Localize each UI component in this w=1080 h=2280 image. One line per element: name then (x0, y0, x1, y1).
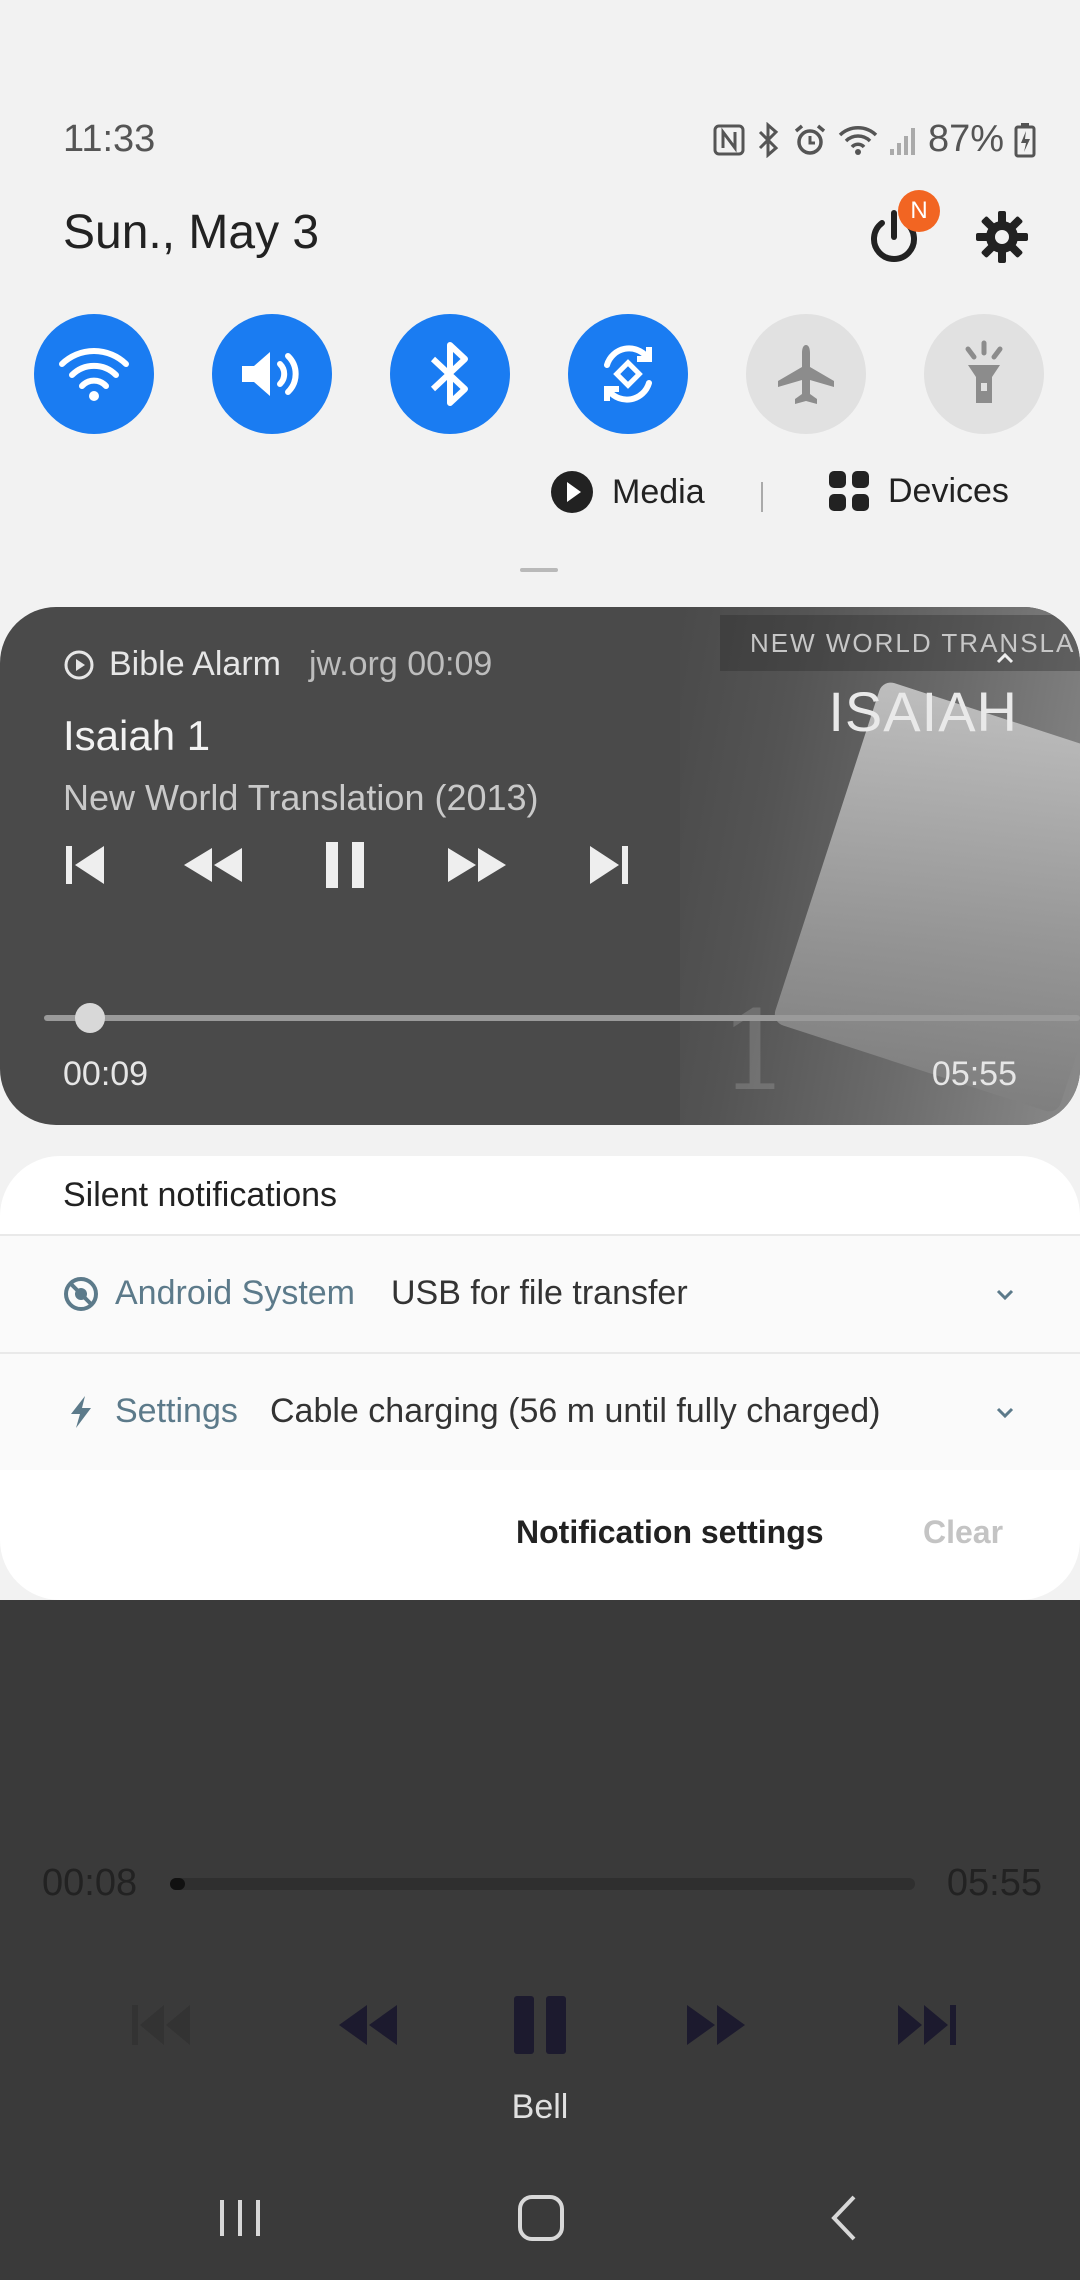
background-seek-fill (170, 1878, 185, 1890)
skip-previous-icon (66, 846, 104, 884)
play-circle-icon (551, 471, 593, 513)
settings-gear-button[interactable] (970, 205, 1034, 269)
rotate-icon (604, 345, 652, 403)
toggle-sound[interactable] (212, 314, 332, 434)
skip-next-button[interactable] (574, 835, 644, 895)
battery-text: 87% (927, 118, 1004, 160)
media-app-name: Bible Alarm (109, 645, 281, 683)
android-system-icon (64, 1277, 98, 1311)
notification-settings-button[interactable]: Notification settings (516, 1514, 824, 1551)
background-rewind-icon (328, 1990, 408, 2060)
seek-thumb[interactable] (74, 1003, 105, 1033)
background-skip-previous-icon (120, 1990, 200, 2060)
notification-message: USB for file transfer (391, 1274, 688, 1312)
chevron-down-icon[interactable] (990, 1398, 1020, 1428)
media-button[interactable]: Media (550, 470, 705, 514)
media-label: Media (612, 472, 705, 511)
elapsed-time: 00:09 (63, 1055, 149, 1093)
panel-drag-handle[interactable] (520, 568, 558, 572)
status-icons: 87% (712, 118, 1036, 161)
media-source: jw.org 00:09 (308, 645, 493, 683)
media-title: Isaiah 1 (63, 712, 211, 759)
notification-settings-charging[interactable]: Settings Cable charging (56 m until full… (0, 1352, 1080, 1470)
divider (761, 482, 763, 512)
notification-message: Cable charging (56 m until fully charged… (270, 1392, 881, 1430)
clear-button[interactable]: Clear (923, 1514, 1003, 1551)
toggle-airplane-mode[interactable] (746, 314, 866, 434)
fast-forward-icon (448, 848, 506, 882)
play-circle-outline-icon (64, 650, 94, 679)
airplane-icon (778, 345, 834, 404)
fast-forward-button[interactable] (442, 835, 512, 895)
flashlight-icon (965, 340, 1003, 403)
notification-badge: N (898, 190, 940, 232)
rewind-icon (184, 848, 242, 882)
wifi-icon (838, 123, 878, 157)
signal-icon (888, 123, 918, 157)
devices-button[interactable]: Devices (828, 470, 1009, 512)
artwork-header: NEW WORLD TRANSLAT (720, 615, 1080, 671)
background-skip-next-icon (888, 1990, 968, 2060)
artwork-title: ISAIAH (828, 680, 1018, 743)
background-track-label: Bell (511, 2088, 569, 2126)
silent-notifications-header: Silent notifications (63, 1176, 338, 1214)
background-fast-forward-icon (676, 1990, 756, 2060)
devices-label: Devices (888, 471, 1009, 510)
lightning-icon (71, 1396, 91, 1428)
status-time: 11:33 (63, 118, 156, 160)
seek-bar[interactable] (44, 1015, 1080, 1021)
notification-app-name: Settings (115, 1392, 238, 1430)
back-icon (831, 2195, 856, 2241)
home-button[interactable] (501, 2188, 581, 2248)
media-app-row: Bible Alarm jw.org 00:09 (63, 645, 492, 684)
date-text: Sun., May 3 (63, 206, 320, 259)
bluetooth-icon (430, 342, 468, 406)
silent-notifications-panel: Silent notifications Android System USB … (0, 1156, 1080, 1600)
media-subtitle: New World Translation (2013) (63, 777, 539, 818)
toggle-auto-rotate[interactable] (568, 314, 688, 434)
notification-app-name: Android System (115, 1274, 355, 1312)
artwork-number: 1 (720, 987, 790, 1115)
media-player-card[interactable]: NEW WORLD TRANSLAT ISAIAH 1 Bible Alarm … (0, 607, 1080, 1125)
background-pause-icon (500, 1990, 580, 2060)
gear-icon (976, 211, 1028, 263)
toggle-wifi[interactable] (34, 314, 154, 434)
background-elapsed-time: 00:08 (42, 1862, 138, 1904)
recent-apps-button[interactable] (200, 2188, 280, 2248)
skip-next-icon (590, 846, 628, 884)
volume-icon (242, 352, 299, 396)
recents-icon (220, 2200, 260, 2236)
pause-button[interactable] (310, 835, 380, 895)
pause-icon (326, 842, 364, 888)
back-button[interactable] (804, 2188, 884, 2248)
bluetooth-icon (756, 121, 782, 158)
alarm-icon (792, 122, 828, 158)
battery-charging-icon (1014, 122, 1036, 158)
wifi-icon (59, 348, 129, 401)
home-icon (518, 2195, 564, 2241)
chevron-down-icon[interactable] (990, 1280, 1020, 1310)
toggle-flashlight[interactable] (924, 314, 1044, 434)
background-app (0, 1600, 1080, 2280)
background-seek-bar (170, 1878, 915, 1890)
nfc-icon (712, 123, 746, 157)
total-time: 05:55 (931, 1055, 1017, 1093)
collapse-chevron-icon[interactable] (990, 643, 1020, 673)
skip-previous-button[interactable] (50, 835, 120, 895)
devices-icon (829, 471, 869, 511)
artwork-book (771, 679, 1080, 1115)
background-total-time: 05:55 (946, 1862, 1042, 1904)
rewind-button[interactable] (178, 835, 248, 895)
notification-android-system[interactable]: Android System USB for file transfer (0, 1234, 1080, 1352)
toggle-bluetooth[interactable] (390, 314, 510, 434)
